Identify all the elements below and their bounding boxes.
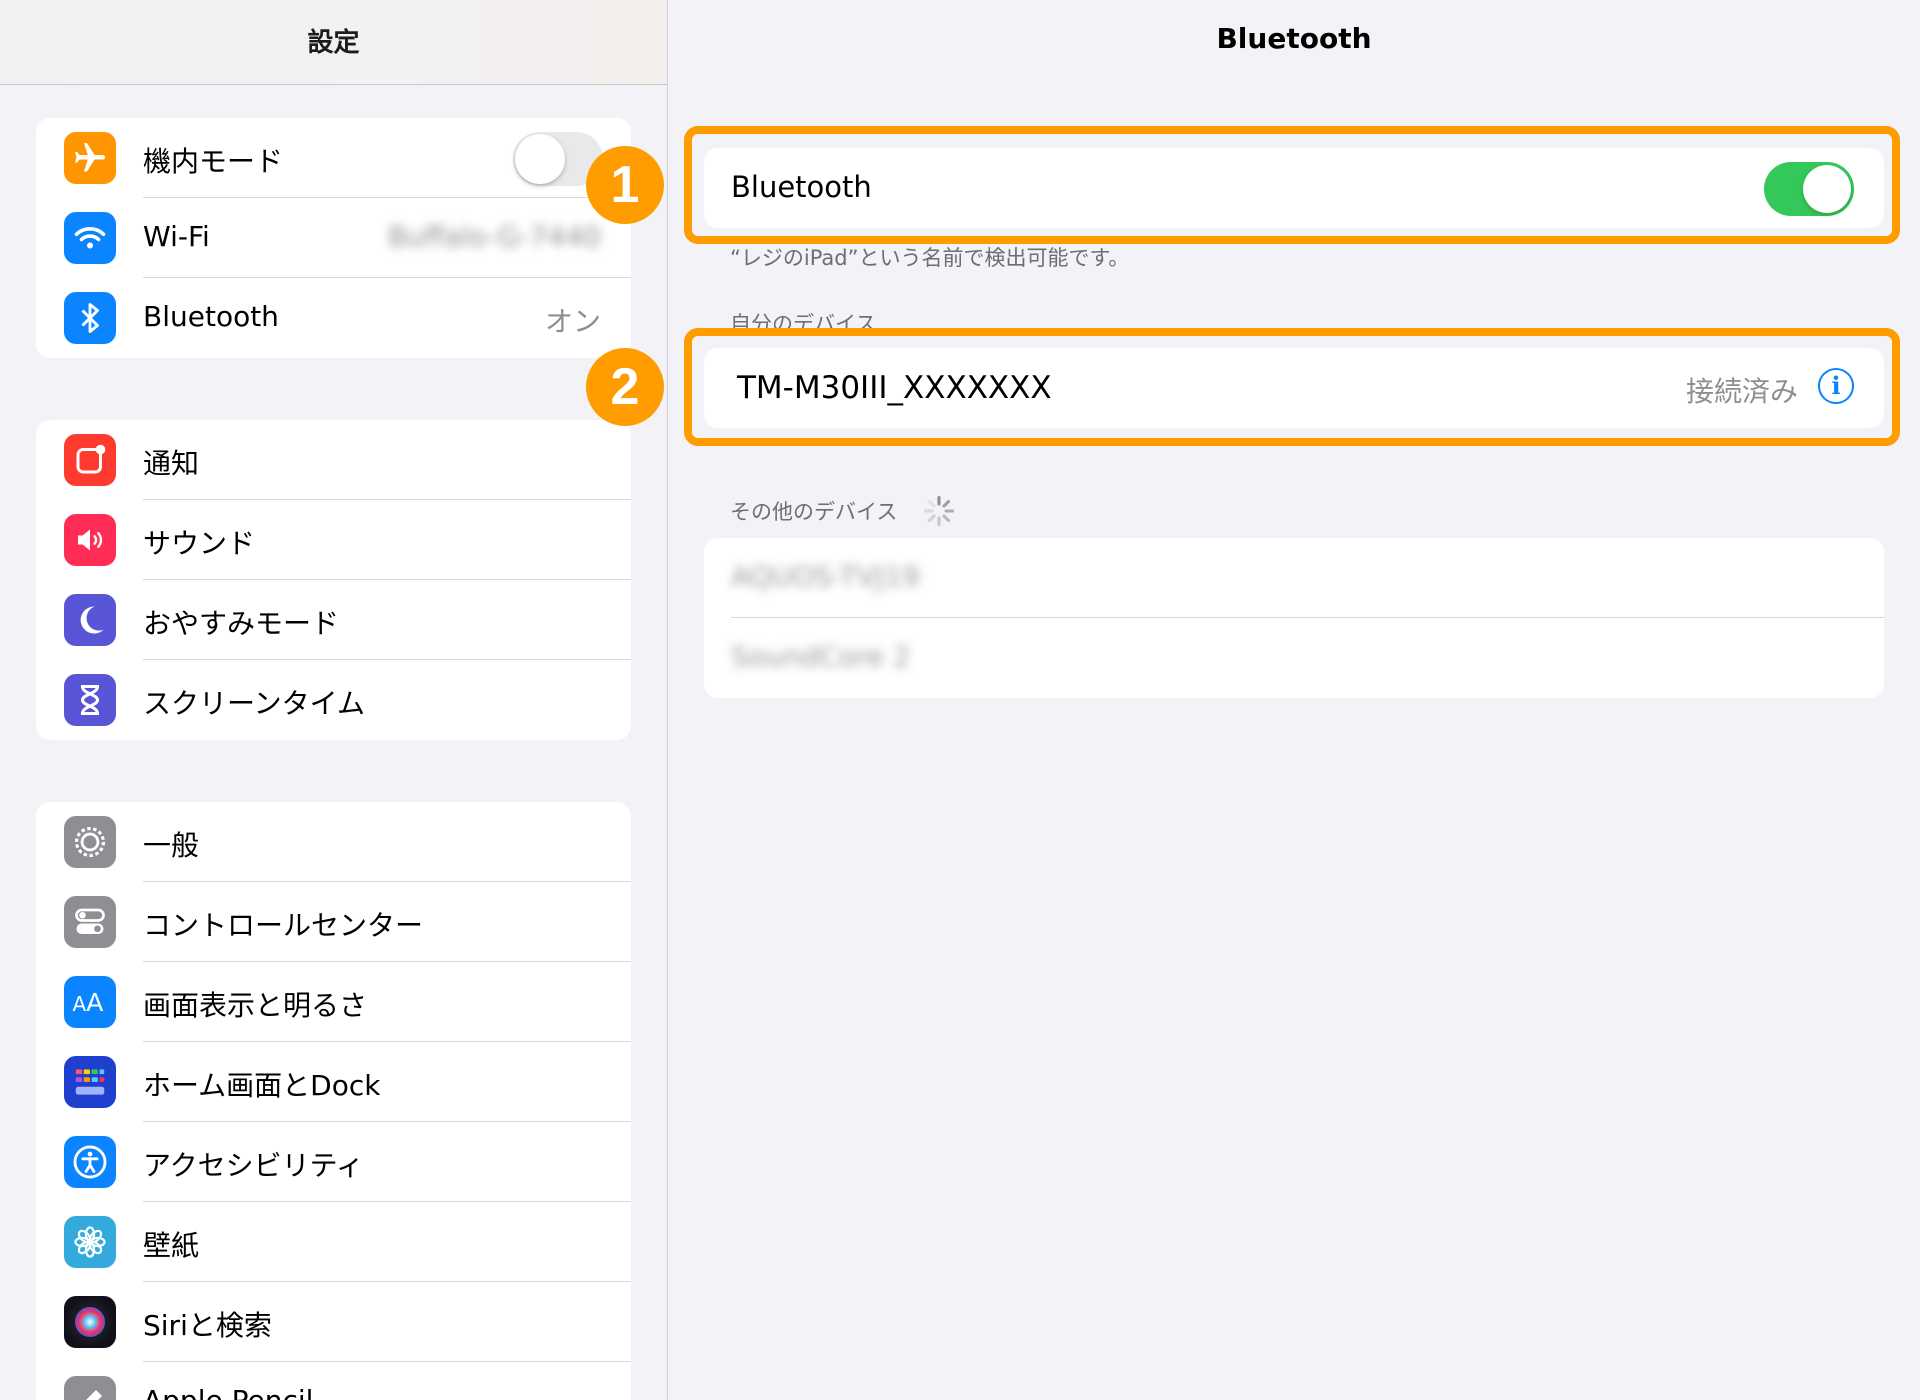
device-name: AQUOS-TVJ19 bbox=[731, 560, 920, 593]
settings-group-notifications: 通知 サウンド おやすみモード スクリーンタイム bbox=[36, 420, 631, 740]
sidebar-item-sounds[interactable]: サウンド bbox=[36, 500, 631, 580]
siri-icon bbox=[64, 1296, 116, 1348]
switches-icon bbox=[64, 896, 116, 948]
sidebar-item-label: アクセシビリティ bbox=[143, 1149, 364, 1182]
discoverable-note: “レジのiPad”という名前で検出可能です。 bbox=[730, 246, 1130, 270]
sidebar-item-wifi[interactable]: Wi-Fi Buffalo-G-7440 bbox=[36, 198, 631, 278]
sidebar-item-label: 壁紙 bbox=[143, 1229, 200, 1262]
sidebar-header: 設定 bbox=[0, 0, 667, 85]
device-row[interactable]: AQUOS-TVJ19 bbox=[704, 538, 1884, 618]
svg-text:A: A bbox=[86, 988, 103, 1017]
sidebar-item-wallpaper[interactable]: 壁紙 bbox=[36, 1202, 631, 1282]
sidebar-item-label: Apple Pencil bbox=[143, 1384, 313, 1400]
hourglass-icon bbox=[64, 674, 116, 726]
flower-icon bbox=[64, 1216, 116, 1268]
sidebar-item-label: Wi-Fi bbox=[143, 220, 210, 253]
annotation-badge-2: 2 bbox=[586, 348, 664, 426]
sidebar-item-bluetooth[interactable]: Bluetooth オン bbox=[36, 278, 631, 358]
home-grid-icon bbox=[64, 1056, 116, 1108]
notifications-icon bbox=[64, 434, 116, 486]
airplane-icon bbox=[64, 132, 116, 184]
sidebar-item-label: ホーム画面とDock bbox=[143, 1069, 381, 1102]
text-size-icon: AA bbox=[64, 976, 116, 1028]
svg-text:A: A bbox=[73, 992, 87, 1016]
page-title: Bluetooth bbox=[1216, 22, 1372, 55]
sidebar-item-notifications[interactable]: 通知 bbox=[36, 420, 631, 500]
sidebar-item-do-not-disturb[interactable]: おやすみモード bbox=[36, 580, 631, 660]
other-devices-list: AQUOS-TVJ19 SoundCore 2 bbox=[704, 538, 1884, 698]
toggle-knob bbox=[515, 134, 565, 184]
sidebar-item-apple-pencil[interactable]: Apple Pencil bbox=[36, 1362, 631, 1400]
settings-group-general: 一般 コントロールセンター AA 画面表示と明るさ ホーム画面とDock アクセ… bbox=[36, 802, 631, 1400]
sidebar-item-screen-time[interactable]: スクリーンタイム bbox=[36, 660, 631, 740]
speaker-icon bbox=[64, 514, 116, 566]
gear-icon bbox=[64, 816, 116, 868]
sidebar-item-general[interactable]: 一般 bbox=[36, 802, 631, 882]
sidebar-item-accessibility[interactable]: アクセシビリティ bbox=[36, 1122, 631, 1202]
sidebar-item-display-brightness[interactable]: AA 画面表示と明るさ bbox=[36, 962, 631, 1042]
sidebar-item-label: おやすみモード bbox=[143, 607, 340, 640]
sidebar-item-siri-search[interactable]: Siriと検索 bbox=[36, 1282, 631, 1362]
sidebar-item-home-screen-dock[interactable]: ホーム画面とDock bbox=[36, 1042, 631, 1122]
annotation-highlight-2 bbox=[684, 328, 1900, 446]
loading-spinner-icon bbox=[923, 495, 955, 527]
pencil-icon bbox=[64, 1376, 116, 1400]
device-name: SoundCore 2 bbox=[731, 640, 911, 673]
sidebar-item-label: サウンド bbox=[143, 527, 256, 560]
accessibility-icon bbox=[64, 1136, 116, 1188]
device-row[interactable]: SoundCore 2 bbox=[704, 618, 1884, 698]
annotation-highlight-1 bbox=[684, 126, 1900, 244]
sidebar-item-label: スクリーンタイム bbox=[143, 687, 366, 720]
settings-group-connectivity: 機内モード Wi-Fi Buffalo-G-7440 Bluetooth オン bbox=[36, 118, 631, 358]
moon-icon bbox=[64, 594, 116, 646]
bluetooth-icon bbox=[64, 292, 116, 344]
sidebar-item-label: 機内モード bbox=[143, 145, 284, 178]
wifi-network-name: Buffalo-G-7440 bbox=[387, 220, 601, 253]
sidebar-item-label: 通知 bbox=[143, 447, 200, 480]
sidebar-title: 設定 bbox=[307, 28, 360, 58]
sidebar-item-airplane-mode[interactable]: 機内モード bbox=[36, 118, 631, 198]
sidebar-item-label: 画面表示と明るさ bbox=[143, 989, 368, 1022]
sidebar-item-label: 一般 bbox=[143, 829, 200, 862]
other-devices-header: その他のデバイス bbox=[730, 500, 898, 524]
sidebar-item-control-center[interactable]: コントロールセンター bbox=[36, 882, 631, 962]
sidebar-item-label: コントロールセンター bbox=[143, 909, 424, 942]
wifi-icon bbox=[64, 212, 116, 264]
sidebar-item-label: Bluetooth bbox=[143, 300, 279, 333]
sidebar-item-label: Siriと検索 bbox=[143, 1309, 272, 1342]
bluetooth-status-value: オン bbox=[544, 305, 601, 338]
settings-sidebar: 設定 機内モード Wi-Fi Buffalo-G-7440 Bluetooth … bbox=[0, 0, 668, 1400]
annotation-badge-1: 1 bbox=[586, 146, 664, 224]
